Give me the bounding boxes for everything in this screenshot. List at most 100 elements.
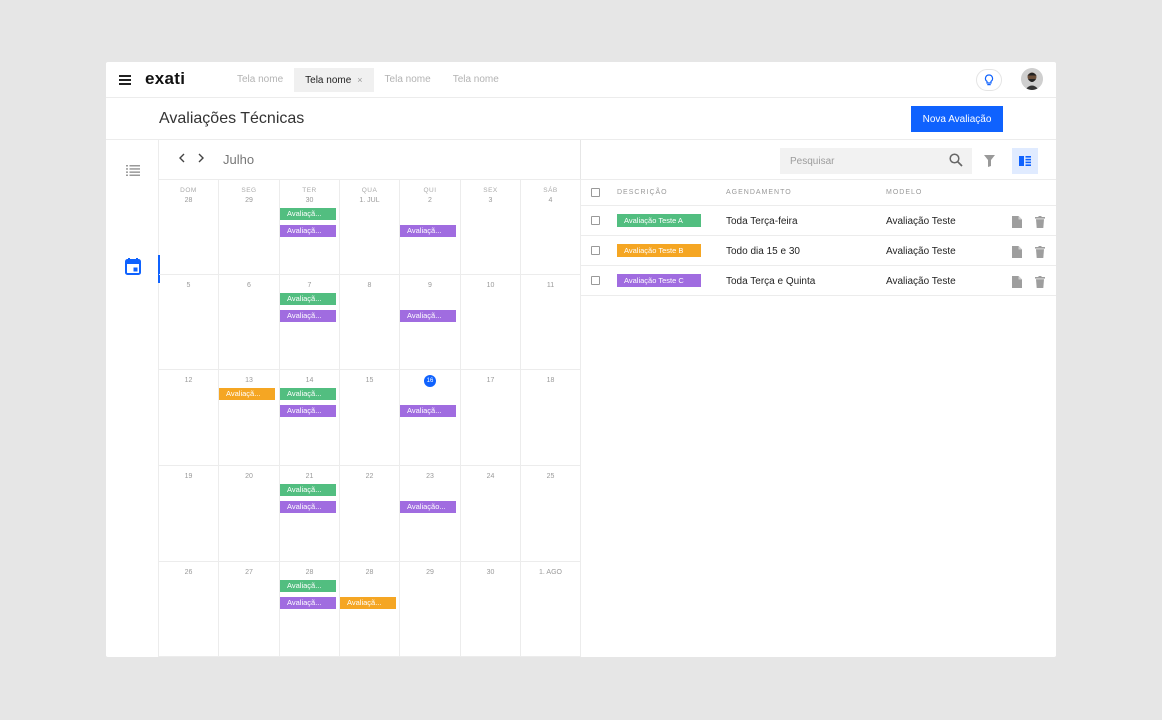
today-marker: 16 xyxy=(424,375,436,387)
evaluation-tag[interactable]: Avaliação Teste A xyxy=(617,214,701,227)
day-number: 24 xyxy=(486,473,495,480)
calendar-day-cell[interactable]: QUA 1. JUL xyxy=(340,180,400,275)
trash-icon[interactable] xyxy=(1035,245,1045,263)
calendar-day-cell[interactable]: 27 xyxy=(219,562,280,657)
tab-1[interactable]: Tela nome xyxy=(226,68,294,92)
event-chip[interactable]: Avaliaçã... xyxy=(280,501,336,513)
day-number: 4 xyxy=(548,197,553,204)
day-number: 14 xyxy=(305,377,314,384)
day-number: 26 xyxy=(184,569,193,576)
row-checkbox[interactable] xyxy=(591,246,600,255)
event-chip[interactable]: Avaliaçã... xyxy=(340,597,396,609)
day-number: 30 xyxy=(305,197,314,204)
table-row[interactable]: Avaliação Teste C Toda Terça e Quinta Aval… xyxy=(581,266,1056,296)
evaluation-tag[interactable]: Avaliação Teste B xyxy=(617,244,701,257)
chevron-left-icon[interactable] xyxy=(178,152,186,167)
tab-2[interactable]: Tela nome × xyxy=(294,68,374,92)
calendar-day-cell[interactable]: 28 Avaliaçã... Avaliaçã... xyxy=(280,562,340,657)
calendar-day-cell[interactable]: SÁB 4 xyxy=(521,180,581,275)
filter-icon[interactable] xyxy=(984,154,995,172)
event-chip[interactable]: Avaliaçã... xyxy=(400,225,456,237)
close-icon[interactable]: × xyxy=(357,75,362,85)
new-evaluation-button[interactable]: Nova Avaliação xyxy=(911,106,1003,132)
app-window: exati Tela nome Tela nome × Tela nome Tel… xyxy=(106,62,1056,657)
lightbulb-icon[interactable] xyxy=(976,69,1002,91)
day-number: 6 xyxy=(247,282,251,289)
event-chip[interactable]: Avaliaçã... xyxy=(280,484,336,496)
table-row[interactable]: Avaliação Teste B Todo dia 15 e 30 Avaliaç… xyxy=(581,236,1056,266)
calendar-day-cell[interactable]: 26 xyxy=(159,562,219,657)
calendar-day-cell[interactable]: 14 Avaliaçã... Avaliaçã... xyxy=(280,370,340,466)
calendar-day-cell[interactable]: 22 xyxy=(340,466,400,562)
calendar-day-cell[interactable]: 15 xyxy=(340,370,400,466)
calendar-day-cell[interactable]: 28 Avaliaçã... xyxy=(340,562,400,657)
calendar-day-cell[interactable]: TER 30 Avaliaçã... Avaliaçã... xyxy=(280,180,340,275)
evaluation-tag[interactable]: Avaliação Teste C xyxy=(617,274,701,287)
event-chip[interactable]: Avaliaçã... xyxy=(280,388,336,400)
event-chip[interactable]: Avaliaçã... xyxy=(280,597,336,609)
trash-icon[interactable] xyxy=(1035,275,1045,293)
calendar-day-cell[interactable]: 9 Avaliaçã... xyxy=(400,275,461,370)
split-view-icon[interactable] xyxy=(1012,148,1038,174)
calendar-day-cell[interactable]: 17 xyxy=(461,370,521,466)
search-input[interactable] xyxy=(780,148,972,174)
calendar-day-cell[interactable]: 8 xyxy=(340,275,400,370)
top-bar: exati Tela nome Tela nome × Tela nome Tel… xyxy=(106,62,1056,98)
event-chip[interactable]: Avaliaçã... xyxy=(280,225,336,237)
event-chip[interactable]: Avaliaçã... xyxy=(280,405,336,417)
calendar-day-cell[interactable]: 19 xyxy=(159,466,219,562)
calendar-day-cell[interactable]: 24 xyxy=(461,466,521,562)
calendar-day-cell[interactable]: 23 Avaliação... xyxy=(400,466,461,562)
calendar-day-cell[interactable]: 6 xyxy=(219,275,280,370)
menu-icon[interactable] xyxy=(119,75,131,85)
tab-4[interactable]: Tela nome xyxy=(442,68,510,92)
user-avatar[interactable] xyxy=(1021,68,1043,90)
calendar-day-cell[interactable]: 10 xyxy=(461,275,521,370)
event-chip[interactable]: Avaliação... xyxy=(400,501,456,513)
select-all-checkbox[interactable] xyxy=(591,188,600,197)
list-view-button[interactable] xyxy=(106,158,159,186)
document-icon[interactable] xyxy=(1012,215,1022,233)
calendar-day-cell[interactable]: 29 xyxy=(400,562,461,657)
document-icon[interactable] xyxy=(1012,245,1022,263)
tab-label: Tela nome xyxy=(305,75,352,86)
calendar-day-cell[interactable]: SEG 29 xyxy=(219,180,280,275)
row-checkbox[interactable] xyxy=(591,276,600,285)
calendar-day-cell[interactable]: 18 xyxy=(521,370,581,466)
chevron-right-icon[interactable] xyxy=(197,152,205,167)
calendar-day-cell[interactable]: 30 xyxy=(461,562,521,657)
event-chip[interactable]: Avaliaçã... xyxy=(280,293,336,305)
calendar-day-cell[interactable]: QUI 2 Avaliaçã... xyxy=(400,180,461,275)
calendar-day-cell[interactable]: 7 Avaliaçã... Avaliaçã... xyxy=(280,275,340,370)
calendar-day-cell[interactable]: 13 Avaliaçã... xyxy=(219,370,280,466)
calendar-day-cell[interactable]: 20 xyxy=(219,466,280,562)
calendar-day-cell[interactable]: 12 xyxy=(159,370,219,466)
event-chip[interactable]: Avaliaçã... xyxy=(280,580,336,592)
page-title: Avaliações Técnicas xyxy=(159,110,305,127)
event-chip[interactable]: Avaliaçã... xyxy=(400,405,456,417)
calendar-day-cell[interactable]: 21 Avaliaçã... Avaliaçã... xyxy=(280,466,340,562)
event-chip[interactable]: Avaliaçã... xyxy=(219,388,275,400)
calendar-day-cell[interactable]: 16 Avaliaçã... xyxy=(400,370,461,466)
search-icon[interactable] xyxy=(949,153,965,169)
trash-icon[interactable] xyxy=(1035,215,1045,233)
calendar-day-cell[interactable]: SEX 3 xyxy=(461,180,521,275)
event-chip[interactable]: Avaliaçã... xyxy=(400,310,456,322)
day-number: 19 xyxy=(184,473,193,480)
table-row[interactable]: Avaliação Teste A Toda Terça-feira Avaliaç… xyxy=(581,206,1056,236)
calendar-view-button[interactable] xyxy=(106,255,160,283)
row-checkbox[interactable] xyxy=(591,216,600,225)
event-chip[interactable]: Avaliaçã... xyxy=(280,310,336,322)
tab-label: Tela nome xyxy=(237,74,284,85)
calendar-day-cell[interactable]: 1. AGO xyxy=(521,562,581,657)
day-number: 29 xyxy=(245,197,253,204)
calendar-day-cell[interactable]: 11 xyxy=(521,275,581,370)
document-icon[interactable] xyxy=(1012,275,1022,293)
calendar-day-cell[interactable]: 5 xyxy=(159,275,219,370)
side-rail xyxy=(106,140,160,657)
calendar-day-cell[interactable]: 25 xyxy=(521,466,581,562)
calendar-day-cell[interactable]: DOM 28 xyxy=(159,180,219,275)
day-number: 28 xyxy=(365,569,374,576)
tab-3[interactable]: Tela nome xyxy=(374,68,442,92)
event-chip[interactable]: Avaliaçã... xyxy=(280,208,336,220)
